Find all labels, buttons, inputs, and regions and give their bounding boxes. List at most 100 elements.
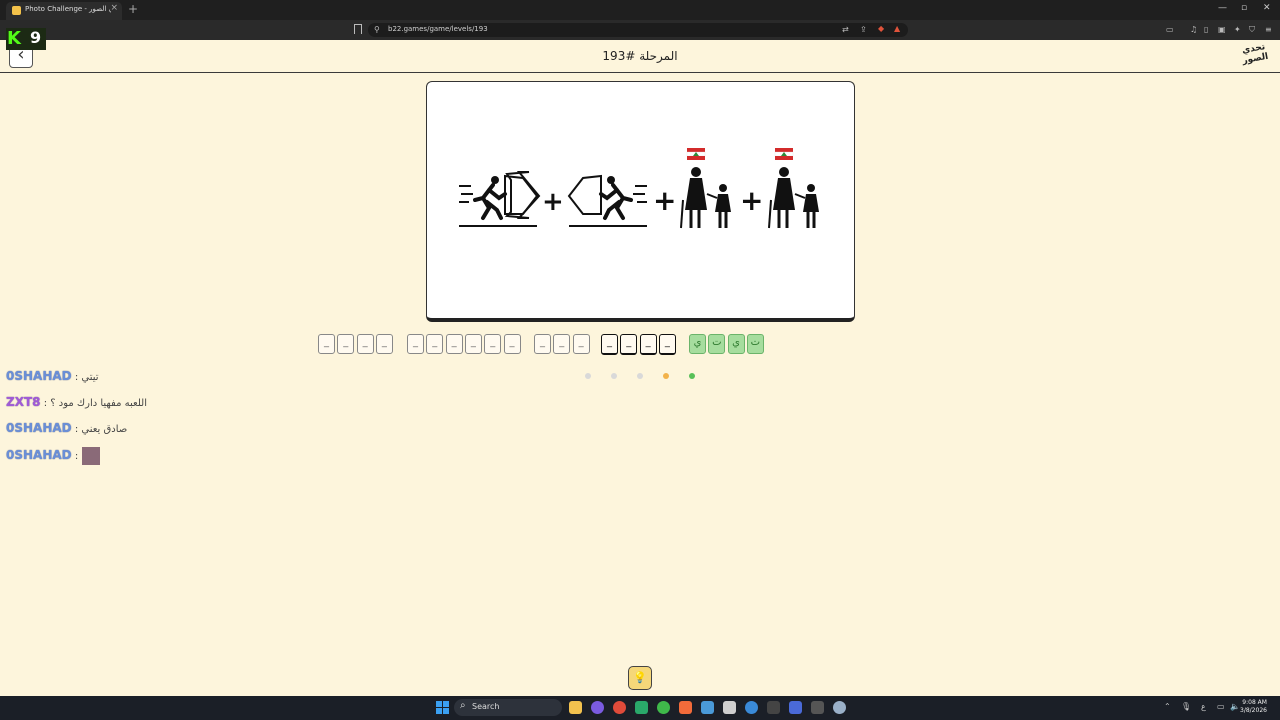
language-indicator[interactable]: ع [1201,702,1206,711]
answer-letter-box[interactable]: _ [407,334,424,354]
chat-username: 0SHAHAD [6,421,72,435]
chat-text: : تيتي [74,372,99,383]
network-icon[interactable]: ▭ [1217,702,1225,711]
translate-icon[interactable]: ⇄ [842,25,849,34]
app-icon[interactable] [789,701,802,714]
chat-message: 0SHAHAD : تيتي [6,369,99,385]
minimize-button[interactable]: — [1218,3,1227,13]
url-text: b22.games/game/levels/193 [388,25,488,33]
answer-letter-box[interactable]: _ [484,334,502,354]
answer-letter-box[interactable]: _ [620,334,638,355]
hint-button[interactable]: 💡 [628,666,652,690]
sidebar-icon[interactable]: ▭ [1166,25,1174,34]
answer-letter-box[interactable]: ت [708,334,726,354]
site-info-icon[interactable]: ⚲ [374,25,380,34]
answer-letter-box[interactable]: ي [727,334,745,354]
answer-letter-box[interactable]: _ [534,334,551,354]
plus-sign: + [542,187,564,217]
answer-letter-box[interactable]: _ [639,334,657,355]
attempt-dot [611,373,617,379]
chat-text: : [74,451,79,462]
grandmother-child-lebanon-icon [680,148,731,229]
answer-letter-box[interactable]: ت [746,334,764,354]
media-icon[interactable]: ♫ [1190,25,1197,34]
answer-letter-box[interactable]: _ [658,334,676,355]
epic-games-icon[interactable] [767,701,780,714]
share-icon[interactable]: ⇪ [860,25,867,34]
taskbar-search-label: Search [472,702,500,711]
chrome-icon[interactable] [613,701,626,714]
clock-time: 9:08 AM [1242,699,1267,706]
browser-tab-bar: Photo Challenge - تحدي الصور × + — ▫ ✕ [0,0,1280,20]
grandmother-child-lebanon-icon [768,148,819,229]
bookmark-icon[interactable] [354,24,362,34]
close-window-button[interactable]: ✕ [1263,3,1271,13]
discord-icon[interactable] [591,701,604,714]
brave-rewards-icon[interactable]: ▲ [894,24,900,33]
taskbar-clock[interactable]: 9:08 AM 3/8/2026 [1240,699,1267,715]
answer-letter-box[interactable]: _ [375,334,393,354]
tools-icon[interactable] [723,701,736,714]
answer-letter-box[interactable]: _ [337,334,355,354]
answer-letter-box[interactable]: _ [601,334,618,355]
xbox-icon[interactable] [657,701,670,714]
puzzle-pictures: + + + [459,148,819,229]
extensions-icon[interactable]: ✦ [1234,25,1241,34]
browser-tab[interactable]: Photo Challenge - تحدي الصور × [6,2,122,20]
attempt-dot [637,373,643,379]
chat-emote-image [82,447,101,465]
wallet-icon[interactable]: ▣ [1218,25,1226,34]
tray-chevron-icon[interactable]: ⌃ [1164,702,1171,711]
chat-username: 0SHAHAD [6,369,72,383]
edge-icon[interactable] [745,701,758,714]
answer-letter-box[interactable]: _ [464,334,482,354]
tab-favicon-icon [12,6,21,15]
tab-close-icon[interactable]: × [110,3,118,13]
settings-icon[interactable] [833,701,846,714]
menu-icon[interactable]: ≡ [1265,25,1272,34]
taskbar-search[interactable]: ⌕ Search [454,699,562,716]
chat-username: 0SHAHAD [6,448,72,462]
answer-letter-box[interactable]: _ [318,334,335,354]
plus-sign: + [740,184,763,217]
windows-taskbar: ⌕ Search ⌃ 🎙 ع ▭ 🔈 9:08 AM 3/8/2026 [0,696,1280,720]
brave-shield-icon[interactable]: ◆ [878,24,884,33]
answer-letter-box[interactable]: _ [426,334,444,354]
address-bar[interactable]: ⚲ b22.games/game/levels/193 ⇄ ⇪ ◆ ▲ [368,23,908,37]
chat-message: 0SHAHAD : صادق يعني [6,421,127,437]
restore-button[interactable]: ▫ [1241,3,1247,13]
answer-letter-box[interactable]: ي [689,334,706,354]
file-explorer-icon[interactable] [569,701,582,714]
volume-icon[interactable]: 🔈 [1230,702,1240,711]
answer-letter-box[interactable]: _ [445,334,463,354]
chat-message: ZXT8 : اللعبه مفهيا دارك مود ؟ [6,395,147,411]
answer-letter-box[interactable]: _ [356,334,374,354]
vpn-icon[interactable]: ⛉ [1249,25,1255,35]
terminal-icon[interactable] [811,701,824,714]
answer-letter-box[interactable]: _ [572,334,590,354]
answer-letter-box[interactable]: _ [553,334,571,354]
app-icon[interactable] [635,701,648,714]
microphone-icon[interactable]: 🎙 [1181,702,1191,711]
lightbulb-icon: 💡 [633,671,647,684]
stream-viewer-overlay: K 9 [6,28,46,50]
windows-start-icon[interactable] [436,701,449,714]
chat-username: ZXT8 [6,395,41,409]
level-title: المرحلة #193 [602,49,678,63]
shield-app-icon[interactable] [701,701,714,714]
browser-toolbar: ⚲ b22.games/game/levels/193 ⇄ ⇪ ◆ ▲ ▭ ♫ … [0,20,1280,40]
brave-icon[interactable] [679,701,692,714]
attempt-dot [689,373,695,379]
plus-sign: + [653,184,676,217]
attempt-dot [663,373,669,379]
reader-icon[interactable]: ▯ [1204,25,1208,34]
answer-row: _ _ _ _ _ _ _ _ _ _ _ _ _ _ _ _ _ ي ت ي ت [0,334,1280,355]
tab-title: Photo Challenge - تحدي الصور [25,5,111,13]
chat-message: 0SHAHAD : [6,447,101,465]
running-exit-right-icon [459,171,541,227]
kick-logo-icon: K [7,28,21,49]
clock-date: 3/8/2026 [1240,707,1267,714]
search-icon: ⌕ [460,700,466,711]
new-tab-button[interactable]: + [128,2,138,16]
answer-letter-box[interactable]: _ [503,334,521,354]
